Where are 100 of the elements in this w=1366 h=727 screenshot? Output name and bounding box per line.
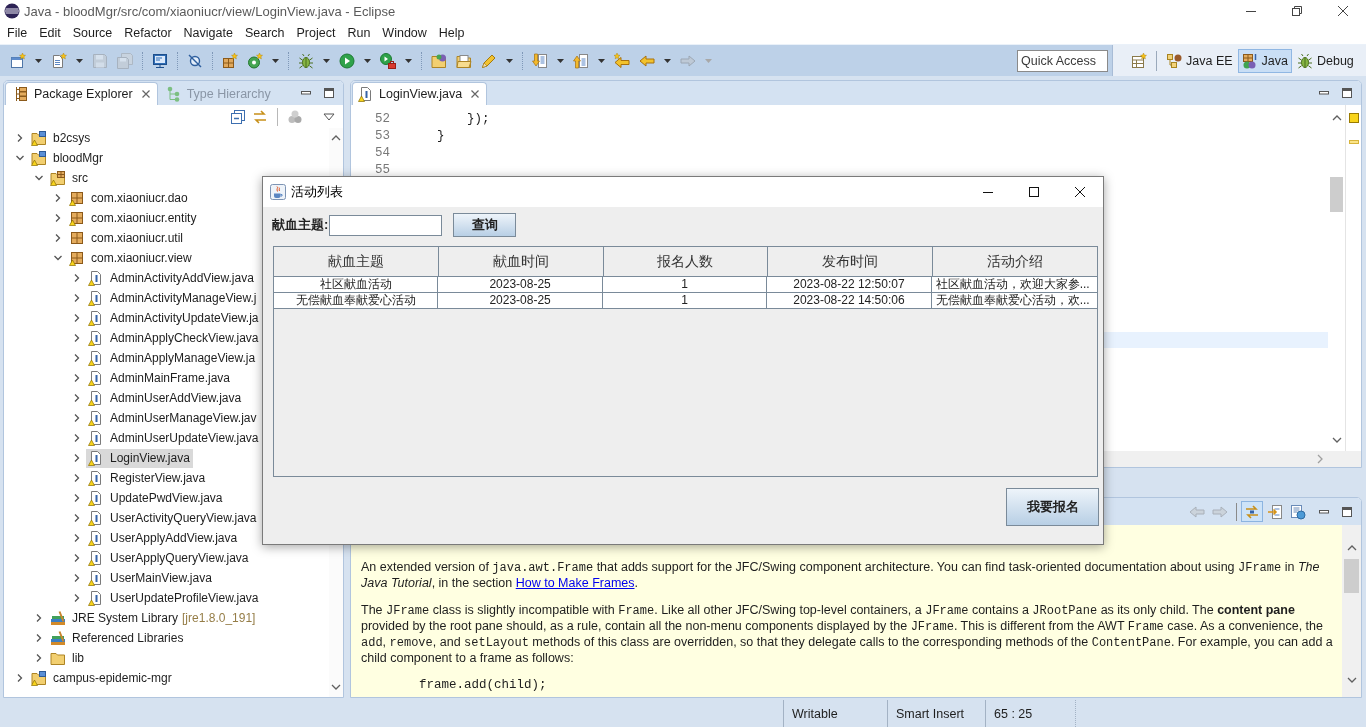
search-field[interactable]: [329, 214, 443, 236]
link-arrows-icon[interactable]: [252, 108, 268, 125]
left-arrow-icon: [639, 52, 655, 69]
scrollbar-thumb[interactable]: [1344, 559, 1359, 593]
column-header[interactable]: 发布时间: [768, 247, 934, 277]
vertical-scrollbar[interactable]: [1342, 525, 1361, 697]
cup-icon: [270, 184, 286, 200]
play-icon: [339, 52, 355, 69]
tree-item[interactable]: Referenced Libraries: [48, 628, 187, 648]
tree-item[interactable]: com.xiaoniucr.util: [67, 228, 187, 248]
collapse-all-icon[interactable]: [230, 108, 246, 125]
caret-icon: [272, 58, 279, 63]
chevron-down-icon[interactable]: [1346, 677, 1357, 683]
perspective-button[interactable]: Java: [1237, 48, 1292, 73]
document-star-icon: [51, 52, 67, 69]
menu-item[interactable]: Project: [290, 23, 342, 43]
menu-item[interactable]: Help: [432, 23, 471, 43]
version-label: [jre1.8.0_191]: [182, 611, 256, 625]
maximize-icon: [1029, 187, 1039, 197]
tree-item[interactable]: UserActivityQueryView.java: [86, 508, 260, 528]
tree-item[interactable]: src: [48, 168, 91, 188]
chevron-up-icon[interactable]: [1331, 115, 1342, 121]
column-header[interactable]: 献血时间: [438, 247, 604, 277]
menu-item[interactable]: Source: [66, 23, 119, 43]
tree-item[interactable]: com.xiaoniucr.view: [67, 248, 195, 268]
tree-item[interactable]: campus-epidemic-mgr: [29, 668, 175, 688]
caret-icon: [35, 58, 42, 63]
code-sample: frame.add(child);: [419, 678, 547, 692]
table-cell: 2023-08-25: [438, 293, 603, 309]
bug-icon: [1296, 52, 1313, 69]
tree-item[interactable]: UserApplyAddView.java: [86, 528, 241, 548]
column-header[interactable]: 报名人数: [603, 247, 769, 277]
signup-button[interactable]: 我要报名: [1006, 488, 1099, 526]
floppy-disks-icon: [117, 52, 133, 69]
open-folder-icon: [456, 52, 472, 69]
warning-marker-icon[interactable]: [1348, 140, 1359, 144]
view-tab[interactable]: Package Explorer: [5, 82, 158, 105]
tree-item[interactable]: JRE System Library [jre1.8.0_191]: [48, 608, 259, 628]
maximize-icon[interactable]: [1341, 505, 1353, 518]
table-row[interactable]: 无偿献血奉献爱心活动 2023-08-25 1 2023-08-22 14:50:06 无偿献血奉献爱心活动，欢...: [274, 293, 1097, 309]
tree-item[interactable]: LoginView.java: [86, 448, 193, 468]
tree-item[interactable]: AdminMainFrame.java: [86, 368, 234, 388]
view-menu-icon[interactable]: [323, 112, 335, 121]
close-icon[interactable]: [140, 89, 151, 99]
chevron-down-icon[interactable]: [1331, 437, 1342, 443]
menu-item[interactable]: Edit: [33, 23, 67, 43]
tree-item[interactable]: lib: [48, 648, 87, 668]
chevron-up-icon[interactable]: [1346, 545, 1357, 551]
quick-access-field[interactable]: Quick Access: [1017, 49, 1108, 72]
tree-item[interactable]: UpdatePwdView.java: [86, 488, 226, 508]
chevron-down-icon[interactable]: [331, 684, 341, 690]
dialog-title: 活动列表: [291, 183, 343, 201]
table-row[interactable]: 社区献血活动 2023-08-25 1 2023-08-22 12:50:07 社区献血活动，欢迎大家参...: [274, 277, 1097, 293]
tree-item[interactable]: AdminApplyManageView.ja: [86, 348, 259, 368]
menu-item[interactable]: File: [1, 23, 34, 43]
javadoc-link[interactable]: How to Make Frames: [515, 576, 635, 590]
warning-square-icon[interactable]: [1348, 113, 1359, 123]
package-tree-icon: [13, 86, 29, 102]
caret-icon: [323, 58, 330, 63]
link-arrows-icon: [1244, 503, 1260, 520]
tree-item[interactable]: com.xiaoniucr.dao: [67, 188, 191, 208]
tree-item[interactable]: AdminUserAddView.java: [86, 388, 245, 408]
pencil-icon: [481, 52, 497, 69]
bug-icon: [298, 52, 314, 69]
tree-item[interactable]: AdminActivityManageView.j: [86, 288, 260, 308]
grid-ball-icon: [1241, 52, 1258, 69]
close-icon[interactable]: [470, 89, 481, 99]
maximize-icon[interactable]: [323, 87, 335, 99]
menu-item[interactable]: Search: [238, 23, 291, 43]
tree-item[interactable]: AdminApplyCheckView.java: [86, 328, 262, 348]
maximize-icon[interactable]: [1341, 87, 1353, 99]
tree-item[interactable]: b2csys: [29, 128, 94, 148]
play-toolbox-icon: [380, 52, 396, 69]
tree-item[interactable]: UserApplyQueryView.java: [86, 548, 252, 568]
striped-circle-icon: [4, 3, 20, 19]
circle-star-icon: [247, 52, 263, 69]
editor-tab[interactable]: LoginView.java: [352, 82, 488, 105]
caret-icon: [506, 58, 513, 63]
chevron-up-icon[interactable]: [331, 135, 341, 141]
document-globe-icon: [1290, 503, 1306, 520]
caret-icon: [405, 58, 412, 63]
tree-item[interactable]: AdminActivityUpdateView.ja: [86, 308, 262, 328]
menu-item[interactable]: Run: [341, 23, 377, 43]
tree-item[interactable]: RegisterView.java: [86, 468, 209, 488]
tree-item[interactable]: UserUpdateProfileView.java: [86, 588, 262, 608]
arrow-document-icon: [1267, 503, 1283, 520]
perspective-button[interactable]: Java EE: [1162, 48, 1237, 73]
tree-item[interactable]: UserMainView.java: [86, 568, 215, 588]
scrollbar-thumb[interactable]: [1330, 177, 1343, 212]
tree-item[interactable]: AdminUserUpdateView.java: [86, 428, 262, 448]
menu-item[interactable]: Refactor: [118, 23, 178, 43]
tree-item[interactable]: com.xiaoniucr.entity: [67, 208, 200, 228]
perspective-button[interactable]: Debug: [1292, 48, 1358, 73]
column-header[interactable]: 献血主题: [274, 247, 439, 277]
menu-item[interactable]: Navigate: [177, 23, 239, 43]
tree-item[interactable]: AdminActivityAddView.java: [86, 268, 257, 288]
tree-item[interactable]: bloodMgr: [29, 148, 107, 168]
tree-item[interactable]: AdminUserManageView.jav: [86, 408, 260, 428]
menu-item[interactable]: Window: [376, 23, 433, 43]
query-button[interactable]: 查询: [453, 213, 517, 237]
